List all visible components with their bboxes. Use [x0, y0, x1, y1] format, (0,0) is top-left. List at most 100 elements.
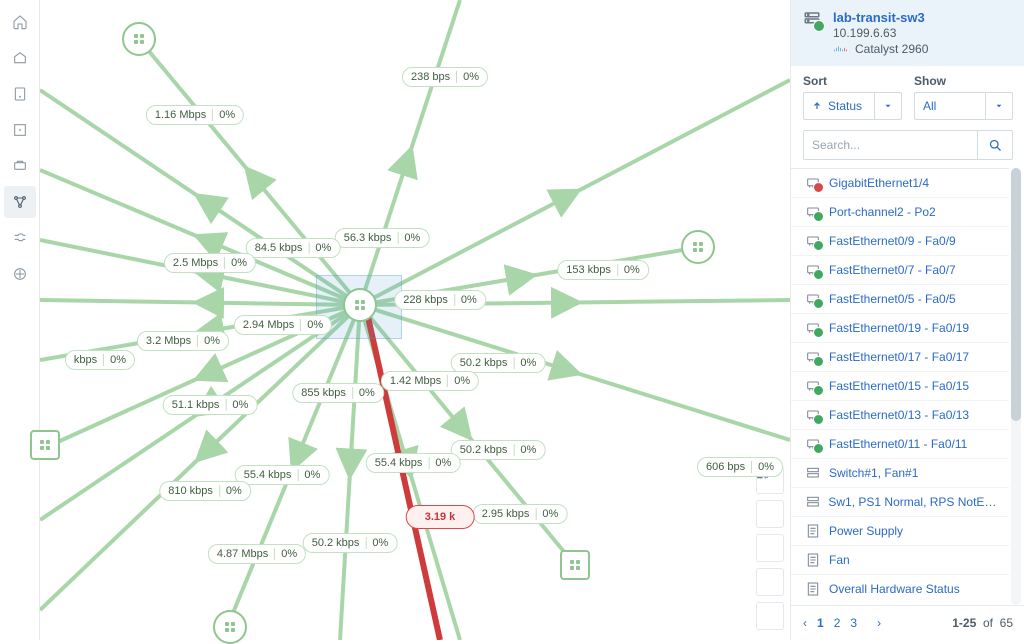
link-label[interactable]: 51.1 kbps0% [163, 395, 258, 415]
device-name[interactable]: lab-transit-sw3 [833, 10, 928, 25]
pager-prev[interactable]: ‹ [803, 616, 807, 630]
link-label[interactable]: 2.95 kbps0% [473, 504, 568, 524]
link-label[interactable]: 228 kbps0% [394, 290, 486, 310]
list-item-icon [803, 406, 823, 424]
list-item-label[interactable]: FastEthernet0/17 - Fa0/17 [829, 350, 969, 364]
link-label-alert[interactable]: 3.19 k [406, 505, 475, 529]
show-dropdown[interactable]: All [914, 92, 1013, 120]
link-label[interactable]: 4.87 Mbps0% [208, 544, 306, 564]
link-rate: 810 kbps [168, 482, 213, 500]
sort-dropdown[interactable]: Status [803, 92, 902, 120]
status-dot [813, 356, 824, 367]
list-item[interactable]: FastEthernet0/9 - Fa0/9 [791, 226, 1009, 255]
link-label[interactable]: 1.16 Mbps0% [146, 105, 244, 125]
list-item-icon [803, 232, 823, 250]
list-item-icon [803, 551, 823, 569]
list-item[interactable]: Fan [791, 545, 1009, 574]
nav-rail-item-4[interactable] [4, 150, 36, 182]
link-label[interactable]: 55.4 kbps 0% [366, 453, 461, 473]
topology-node[interactable] [30, 430, 60, 460]
topology-node[interactable] [213, 610, 247, 644]
pager-page[interactable]: 2 [834, 616, 841, 630]
list-item-label[interactable]: FastEthernet0/19 - Fa0/19 [829, 321, 969, 335]
list-item[interactable]: Overall Hardware Status [791, 574, 1009, 603]
nav-rail-item-0[interactable] [4, 6, 36, 38]
fullscreen-button[interactable] [756, 602, 784, 630]
list-item-label[interactable]: FastEthernet0/13 - Fa0/13 [829, 408, 969, 422]
list-item[interactable]: Sw1, PS1 Normal, RPS NotExist [791, 487, 1009, 516]
link-rate: 153 kbps [566, 261, 611, 279]
device-model-row: Catalyst 2960 [833, 42, 928, 56]
nav-rail-item-5[interactable] [4, 186, 36, 218]
link-label[interactable]: 153 kbps0% [557, 260, 649, 280]
link-label[interactable]: 50.2 kbps0% [451, 440, 546, 460]
link-rate: 55.4 kbps [375, 454, 423, 472]
zoom-out-button[interactable] [756, 534, 784, 562]
zoom-in-button[interactable] [756, 500, 784, 528]
search-button[interactable] [977, 131, 1012, 159]
list-item[interactable]: Power Supply [791, 516, 1009, 545]
list-item[interactable]: GigabitEthernet1/4 [791, 168, 1009, 197]
list-item-label[interactable]: Power Supply [829, 524, 903, 538]
link-label[interactable]: 1.42 Mbps0% [381, 371, 479, 391]
list-item-label[interactable]: FastEthernet0/15 - Fa0/15 [829, 379, 969, 393]
search-icon [988, 138, 1003, 153]
nav-rail-item-2[interactable] [4, 78, 36, 110]
link-util: 0% [435, 454, 451, 472]
link-label[interactable]: 855 kbps0% [292, 383, 384, 403]
link-label[interactable]: 2.94 Mbps0% [234, 315, 332, 335]
link-label[interactable]: kbps0% [65, 350, 135, 370]
nav-rail-item-1[interactable] [4, 42, 36, 74]
list-item[interactable]: Switch#1, Fan#1 [791, 458, 1009, 487]
link-rate: 238 bps [411, 68, 450, 86]
topology-node[interactable] [122, 22, 156, 56]
link-label[interactable]: 56.3 kbps0% [335, 228, 430, 248]
link-rate: 3.2 Mbps [146, 332, 191, 350]
link-util: 0% [758, 458, 774, 476]
link-label[interactable]: 55.4 kbps0% [235, 465, 330, 485]
list-item[interactable]: FastEthernet0/5 - Fa0/5 [791, 284, 1009, 313]
map-tools [756, 466, 784, 630]
list-item[interactable]: FastEthernet0/15 - Fa0/15 [791, 371, 1009, 400]
link-label[interactable]: 50.2 kbps0% [303, 533, 398, 553]
pager-page[interactable]: 3 [850, 616, 857, 630]
list-item-icon [803, 580, 823, 598]
list-item[interactable]: Port-channel2 - Po2 [791, 197, 1009, 226]
nav-rail-item-6[interactable] [4, 222, 36, 254]
list-item[interactable]: FastEthernet0/7 - Fa0/7 [791, 255, 1009, 284]
list-item[interactable]: FastEthernet0/13 - Fa0/13 [791, 400, 1009, 429]
link-label[interactable]: 50.2 kbps0% [451, 353, 546, 373]
interface-list: GigabitEthernet1/4 Port-channel2 - Po2 Fas… [791, 168, 1023, 605]
link-label[interactable]: 3.2 Mbps0% [137, 331, 229, 351]
list-item-label[interactable]: Switch#1, Fan#1 [829, 466, 918, 480]
list-item-label[interactable]: Overall Hardware Status [829, 582, 960, 596]
topology-node hub-node[interactable] [343, 288, 377, 322]
list-item-label[interactable]: FastEthernet0/11 - Fa0/11 [829, 437, 967, 451]
list-item-label[interactable]: Port-channel2 - Po2 [829, 205, 936, 219]
nav-rail-item-7[interactable] [4, 258, 36, 290]
scrollbar-thumb[interactable] [1011, 168, 1021, 421]
topology-canvas[interactable]: 238 bps0%1.16 Mbps0%56.3 kbps0%84.5 kbps… [40, 0, 790, 640]
list-item[interactable]: FastEthernet0/11 - Fa0/11 [791, 429, 1009, 458]
link-label[interactable]: 810 kbps0% [159, 481, 251, 501]
list-item[interactable]: FastEthernet0/19 - Fa0/19 [791, 313, 1009, 342]
link-label[interactable]: 2.5 Mbps0% [164, 253, 256, 273]
list-item-label[interactable]: FastEthernet0/9 - Fa0/9 [829, 234, 956, 248]
pager-page[interactable]: 1 [817, 616, 824, 630]
topology-node[interactable] [681, 230, 715, 264]
pager-next[interactable]: › [877, 616, 881, 630]
link-rate: 84.5 kbps [255, 239, 303, 257]
list-item-label[interactable]: FastEthernet0/5 - Fa0/5 [829, 292, 956, 306]
list-item-label[interactable]: GigabitEthernet1/4 [829, 176, 929, 190]
link-label[interactable]: 84.5 kbps0% [246, 238, 341, 258]
list-item-label[interactable]: Sw1, PS1 Normal, RPS NotExist [828, 495, 997, 509]
link-label[interactable]: 238 bps0% [402, 67, 488, 87]
search-input[interactable] [804, 131, 977, 159]
topology-node[interactable] [560, 550, 590, 580]
link-label[interactable]: 606 bps0% [697, 457, 783, 477]
list-item-label[interactable]: Fan [829, 553, 850, 567]
list-item[interactable]: FastEthernet0/17 - Fa0/17 [791, 342, 1009, 371]
list-item-label[interactable]: FastEthernet0/7 - Fa0/7 [829, 263, 956, 277]
nav-rail-item-3[interactable] [4, 114, 36, 146]
fit-button[interactable] [756, 568, 784, 596]
